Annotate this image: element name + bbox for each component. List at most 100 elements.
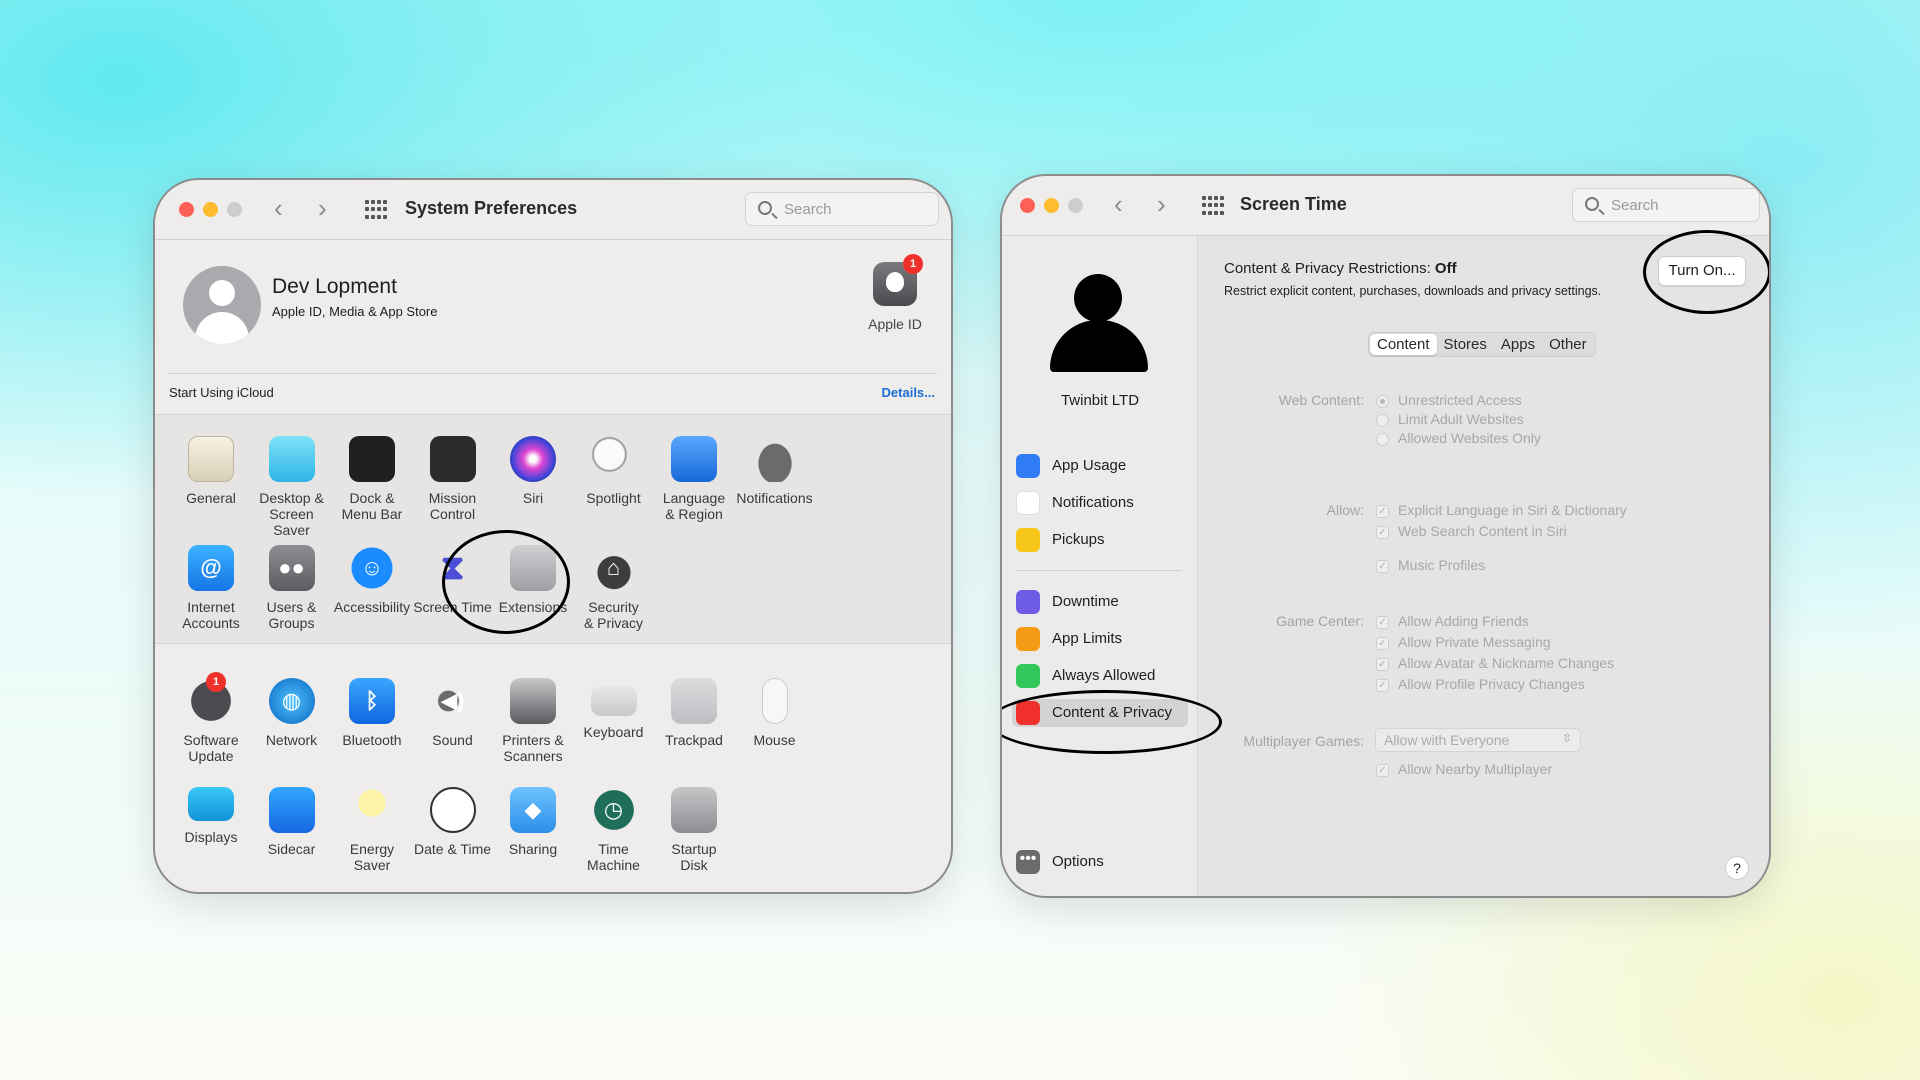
- pref-label: Keyboard: [583, 724, 644, 740]
- downtime-icon: [1016, 590, 1040, 614]
- highlight-circle: [442, 530, 570, 634]
- web-content-radio[interactable]: [1376, 414, 1389, 427]
- pref-security[interactable]: ⌂ Security & Privacy: [572, 545, 656, 631]
- sidebar-item-app-usage[interactable]: App Usage: [1016, 452, 1196, 480]
- pref-internet-accounts[interactable]: @ Internet Accounts: [169, 545, 253, 631]
- pref-spotlight[interactable]: Spotlight: [572, 436, 656, 506]
- allow-checkbox[interactable]: ✓: [1376, 505, 1389, 518]
- pref-printers[interactable]: Printers & Scanners: [491, 678, 575, 764]
- avatar[interactable]: [183, 266, 261, 344]
- pref-date-time[interactable]: ◷ Date & Time: [411, 787, 495, 857]
- sidebar-item-notifications[interactable]: Notifications: [1016, 489, 1196, 517]
- icloud-label: Start Using iCloud: [169, 385, 274, 400]
- allow-checkbox[interactable]: ✓: [1376, 637, 1389, 650]
- screen-time-window: ‹ › Screen Time Search Twinbit LTD App U…: [1000, 174, 1771, 898]
- pref-mission-control[interactable]: Mission Control: [411, 436, 495, 522]
- zoom-button[interactable]: [227, 202, 242, 217]
- pref-dock[interactable]: Dock & Menu Bar: [330, 436, 414, 522]
- option-label: Web Search Content in Siri: [1398, 523, 1567, 539]
- tab-content[interactable]: Content: [1370, 334, 1437, 355]
- minimize-button[interactable]: [203, 202, 218, 217]
- close-button[interactable]: [1020, 198, 1035, 213]
- zoom-button[interactable]: [1068, 198, 1083, 213]
- nearby-multiplayer-checkbox[interactable]: ✓: [1376, 764, 1389, 777]
- trackpad-icon: [671, 678, 717, 724]
- sidecar-icon: [268, 787, 315, 833]
- pref-energy-saver[interactable]: Energy Saver: [330, 787, 414, 873]
- sidebar-item-pickups[interactable]: Pickups: [1016, 526, 1196, 554]
- pref-accessibility[interactable]: ☺ Accessibility: [330, 545, 414, 615]
- pref-language[interactable]: Language & Region: [652, 436, 736, 522]
- web-content-radio[interactable]: [1376, 433, 1389, 446]
- pref-notifications[interactable]: Notifications: [733, 436, 817, 506]
- option-label: Allow Private Messaging: [1398, 634, 1551, 650]
- multiplayer-select[interactable]: Allow with Everyone ⇳: [1375, 728, 1581, 752]
- forward-button[interactable]: ›: [1157, 188, 1166, 220]
- pref-general[interactable]: General: [169, 436, 253, 506]
- always-allowed-icon: [1016, 664, 1040, 688]
- back-button[interactable]: ‹: [274, 192, 283, 224]
- displays-icon: [188, 787, 234, 821]
- back-button[interactable]: ‹: [1114, 188, 1123, 220]
- pref-label: Internet Accounts: [182, 599, 240, 631]
- app-limits-icon: [1016, 627, 1040, 651]
- pref-trackpad[interactable]: Trackpad: [652, 678, 736, 748]
- search-field[interactable]: Search: [1572, 188, 1760, 222]
- pref-desktop[interactable]: Desktop & Screen Saver: [250, 436, 334, 538]
- search-field[interactable]: Search: [745, 192, 939, 226]
- update-badge: 1: [206, 672, 226, 692]
- pref-sharing[interactable]: ◆ Sharing: [491, 787, 575, 857]
- allow-checkbox[interactable]: ✓: [1376, 616, 1389, 629]
- sidebar-item-label: App Usage: [1052, 457, 1127, 474]
- notifications-icon: [751, 436, 798, 482]
- pref-label: Startup Disk: [671, 841, 717, 873]
- pref-startup-disk[interactable]: Startup Disk: [652, 787, 736, 873]
- close-button[interactable]: [179, 202, 194, 217]
- printers-icon: [510, 678, 556, 724]
- allow-checkbox[interactable]: ✓: [1376, 679, 1389, 692]
- web-content-radio[interactable]: [1376, 395, 1389, 408]
- pref-users[interactable]: ●● Users & Groups: [250, 545, 334, 631]
- multiplayer-value: Allow with Everyone: [1384, 732, 1510, 748]
- forward-button[interactable]: ›: [318, 192, 327, 224]
- tab-apps[interactable]: Apps: [1494, 334, 1542, 355]
- allow-checkbox[interactable]: ✓: [1376, 560, 1389, 573]
- pref-siri[interactable]: Siri: [491, 436, 575, 506]
- options-button[interactable]: ••• Options: [1016, 848, 1196, 876]
- sidebar-item-always-allowed[interactable]: Always Allowed: [1016, 662, 1196, 690]
- pref-sidecar[interactable]: Sidecar: [250, 787, 334, 857]
- pref-keyboard[interactable]: Keyboard: [572, 678, 656, 740]
- nearby-multiplayer-label: Allow Nearby Multiplayer: [1398, 761, 1553, 777]
- pref-bluetooth[interactable]: ᛒ Bluetooth: [330, 678, 414, 748]
- option-label: Allow Avatar & Nickname Changes: [1398, 655, 1615, 671]
- sidebar-item-label: Notifications: [1052, 494, 1134, 511]
- pref-displays[interactable]: Displays: [169, 787, 253, 845]
- tab-other[interactable]: Other: [1542, 334, 1594, 355]
- show-all-grid-icon[interactable]: [365, 200, 387, 220]
- allow-checkbox[interactable]: ✓: [1376, 658, 1389, 671]
- pref-software-update[interactable]: 1 Software Update: [169, 672, 253, 764]
- pref-label: Displays: [184, 829, 238, 845]
- sidebar-item-app-limits[interactable]: App Limits: [1016, 625, 1196, 653]
- allow-checkbox[interactable]: ✓: [1376, 526, 1389, 539]
- siri-icon: [510, 436, 556, 482]
- minimize-button[interactable]: [1044, 198, 1059, 213]
- sidebar-item-label: Pickups: [1052, 531, 1105, 548]
- pref-sound[interactable]: ◀) Sound: [411, 678, 495, 748]
- sidebar-item-downtime[interactable]: Downtime: [1016, 588, 1196, 616]
- pref-mouse[interactable]: Mouse: [733, 678, 817, 748]
- search-placeholder: Search: [1611, 197, 1659, 214]
- keyboard-icon: [590, 686, 637, 716]
- pref-time-machine[interactable]: ◷ Time Machine: [572, 787, 656, 873]
- tab-stores[interactable]: Stores: [1437, 334, 1494, 355]
- pickups-icon: [1016, 528, 1040, 552]
- help-button[interactable]: ?: [1725, 856, 1749, 880]
- search-icon: [1585, 197, 1599, 211]
- pref-network[interactable]: ◍ Network: [250, 678, 334, 748]
- pref-label: Time Machine: [587, 841, 640, 873]
- icloud-details-link[interactable]: Details...: [882, 385, 935, 400]
- show-all-grid-icon[interactable]: [1202, 196, 1224, 216]
- dock-icon: [349, 436, 395, 482]
- pref-label: Sidecar: [267, 841, 316, 857]
- apple-id-icon[interactable]: 1: [873, 254, 923, 306]
